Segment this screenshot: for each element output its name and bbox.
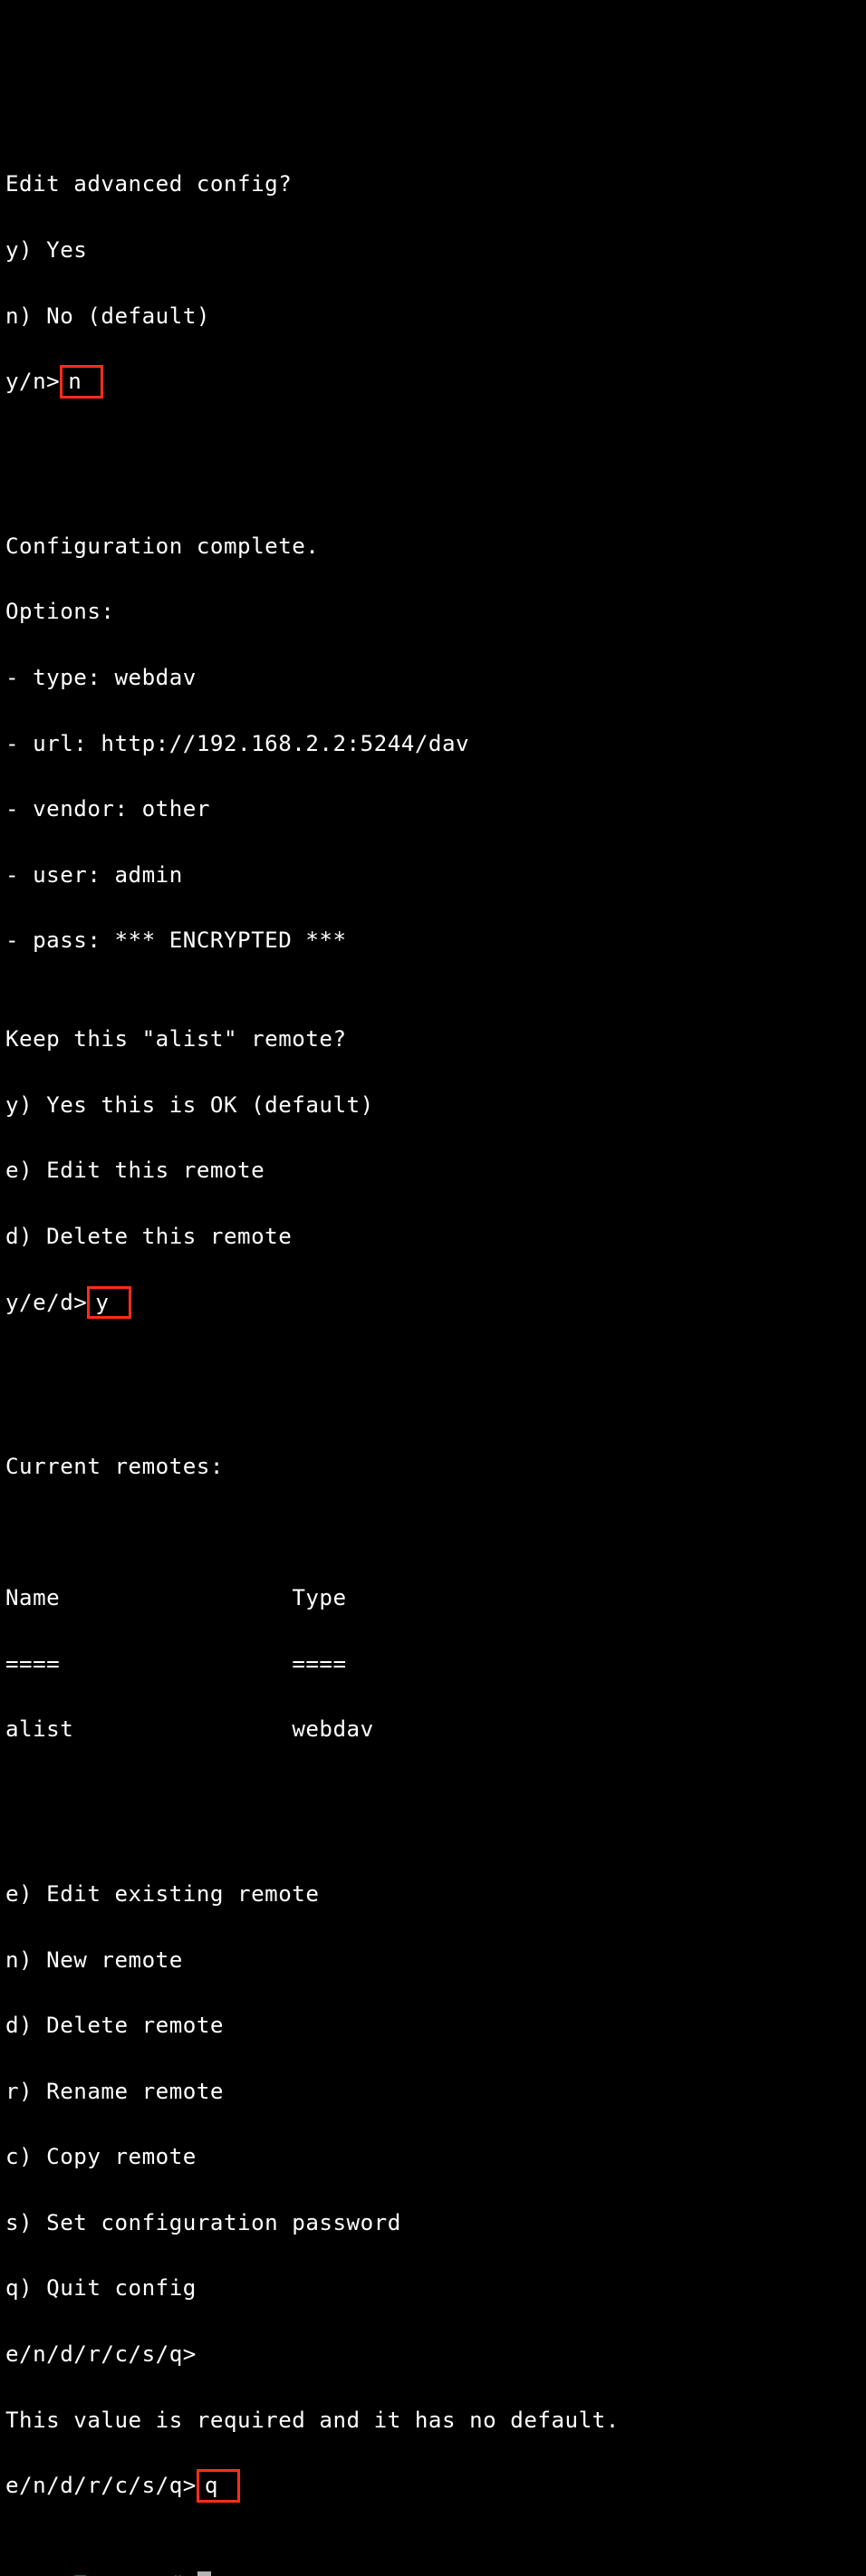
shell-hash: #: [169, 2571, 197, 2576]
menu-prompt-2: e/n/d/r/c/s/q>: [5, 2473, 197, 2498]
edit-advanced-prompt: y/n>: [5, 369, 60, 394]
keep-input[interactable]: y: [87, 1286, 130, 1319]
remotes-col-name: Name: [5, 1585, 60, 1610]
config-complete-header: Configuration complete.: [5, 530, 861, 562]
menu-input[interactable]: q: [197, 2469, 240, 2502]
current-remotes-header: Current remotes:: [5, 1450, 861, 1483]
shell-sep: :: [142, 2571, 156, 2576]
menu-option-delete: d) Delete remote: [5, 2009, 861, 2042]
menu-option-edit: e) Edit existing remote: [5, 1878, 861, 1910]
menu-prompt-1: e/n/d/r/c/s/q>: [5, 2338, 861, 2370]
config-pass: - pass: *** ENCRYPTED ***: [5, 924, 861, 956]
config-type: - type: webdav: [5, 661, 861, 694]
cursor-icon[interactable]: [197, 2571, 211, 2576]
remote-name-cell: alist: [5, 1716, 73, 1742]
edit-advanced-input[interactable]: n: [60, 365, 103, 398]
keep-remote-question: Keep this "alist" remote?: [5, 1023, 861, 1055]
table-row: alist webdav: [5, 1713, 861, 1745]
config-user: - user: admin: [5, 859, 861, 891]
remotes-sep-name: ====: [5, 1651, 60, 1677]
menu-option-rename: r) Rename remote: [5, 2075, 861, 2108]
keep-option-edit: e) Edit this remote: [5, 1154, 861, 1187]
menu-option-copy: c) Copy remote: [5, 2140, 861, 2173]
shell-userhost: root@Tower: [5, 2571, 142, 2576]
menu-option-set-password: s) Set configuration password: [5, 2206, 861, 2239]
config-options-label: Options:: [5, 595, 861, 628]
remotes-col-type: Type: [292, 1585, 346, 1610]
config-vendor: - vendor: other: [5, 793, 861, 825]
keep-option-yes: y) Yes this is OK (default): [5, 1089, 861, 1121]
menu-option-new: n) New remote: [5, 1944, 861, 1976]
edit-advanced-option-yes: y) Yes: [5, 234, 861, 266]
remotes-sep-type: ====: [292, 1651, 346, 1677]
menu-error: This value is required and it has no def…: [5, 2404, 861, 2437]
menu-option-quit: q) Quit config: [5, 2272, 861, 2304]
keep-prompt: y/e/d>: [5, 1290, 87, 1315]
config-url: - url: http://192.168.2.2:5244/dav: [5, 727, 861, 760]
edit-advanced-question: Edit advanced config?: [5, 168, 861, 200]
remote-type-cell: webdav: [292, 1716, 373, 1742]
edit-advanced-option-no: n) No (default): [5, 300, 861, 332]
shell-path: ~: [156, 2571, 169, 2576]
keep-option-delete: d) Delete this remote: [5, 1220, 861, 1253]
